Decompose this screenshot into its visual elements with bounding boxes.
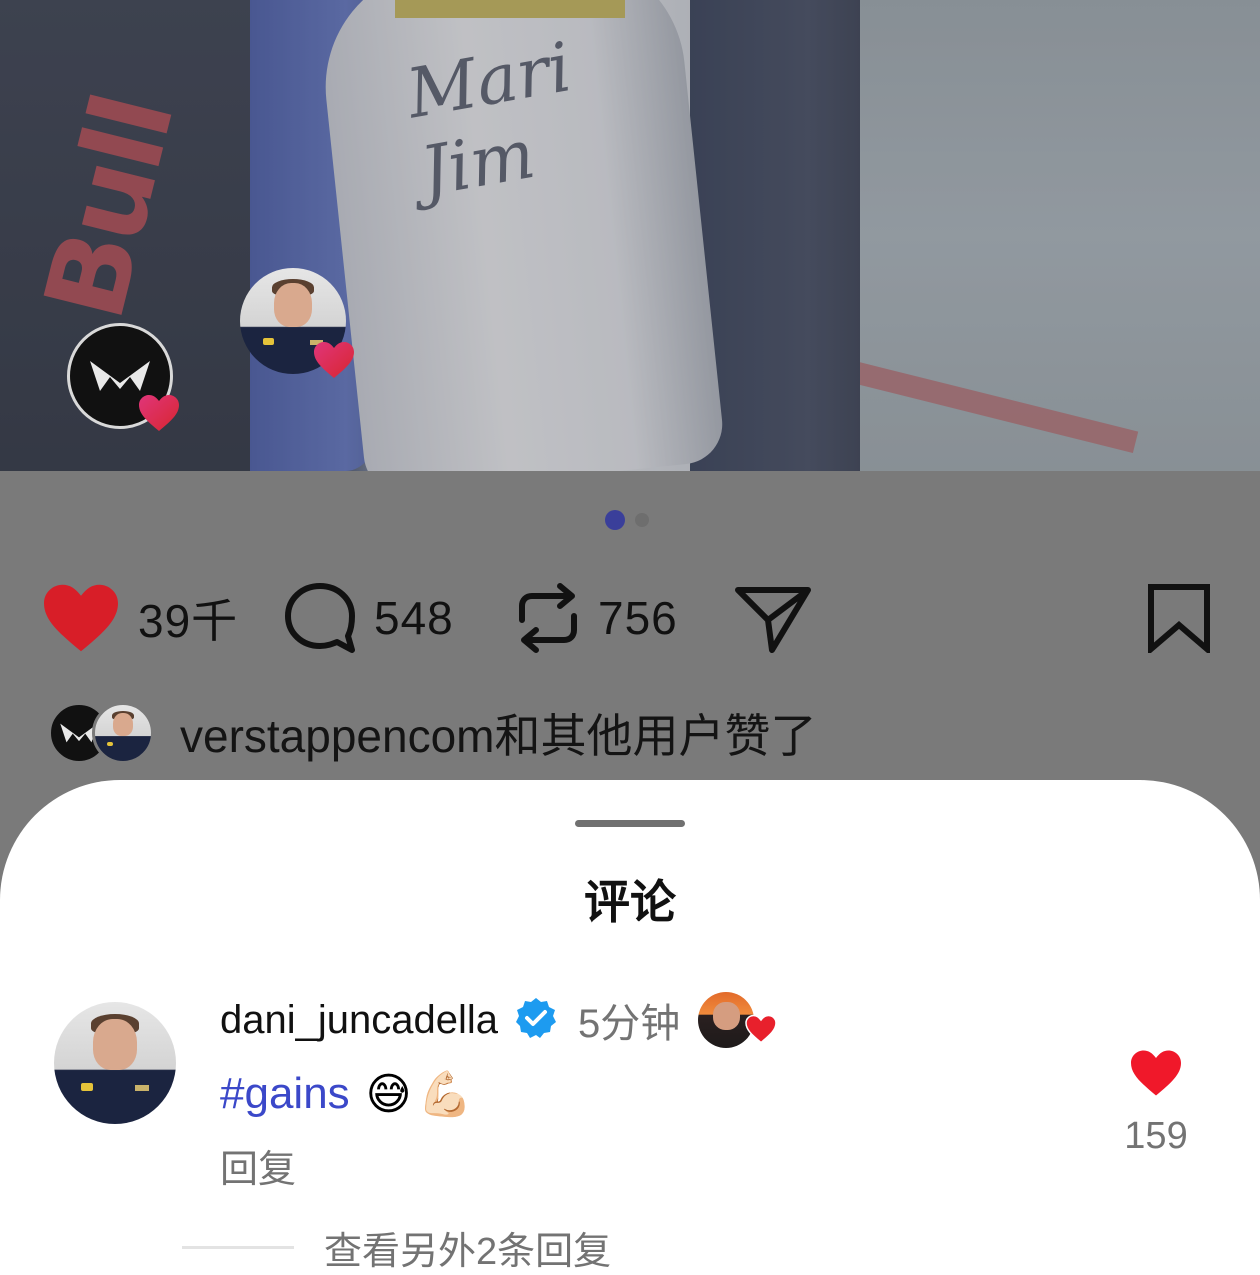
- post-photo[interactable]: Bull Mari Jim: [0, 0, 1260, 471]
- comments-sheet: 评论 dani_juncadella 5分钟 #gains 😅 💪🏻 回复 15…: [0, 780, 1260, 1275]
- heart-icon: [139, 395, 179, 431]
- carousel-dot-active: [605, 510, 625, 530]
- reaction-avatar-dani[interactable]: [240, 268, 354, 378]
- hashtag-link[interactable]: #gains: [220, 1069, 350, 1119]
- sheet-title: 评论: [584, 876, 676, 928]
- creator-like-avatar: [698, 992, 778, 1048]
- repost-count: 756: [598, 591, 678, 644]
- share-icon: [734, 582, 812, 654]
- emoji-flexed-biceps: 💪🏻: [417, 1070, 473, 1119]
- emoji-sweat-smile: 😅: [365, 1069, 412, 1119]
- comment-like-count: 159: [1124, 1115, 1188, 1157]
- heart-icon: [1131, 1050, 1181, 1096]
- bookmark-icon: [1146, 583, 1212, 653]
- heart-icon: [314, 342, 354, 378]
- sheet-drag-handle[interactable]: [575, 820, 685, 827]
- comment-icon: [282, 580, 358, 656]
- comment-count: 548: [374, 591, 454, 644]
- carousel-dot: [635, 513, 649, 527]
- post-actions: 39千 548 756: [40, 575, 1220, 660]
- bookmark-button[interactable]: [1146, 575, 1212, 660]
- reaction-avatar-verstappencom[interactable]: [67, 323, 179, 431]
- view-more-replies[interactable]: 查看另外2条回复: [182, 1220, 611, 1275]
- photo-dim-overlay: [0, 0, 1260, 471]
- avatar[interactable]: [54, 1002, 176, 1124]
- verified-icon: [514, 996, 558, 1045]
- comment-time: 5分钟: [578, 1002, 681, 1046]
- carousel-indicator: [605, 510, 649, 530]
- comment-button[interactable]: 548: [282, 575, 454, 660]
- divider: [182, 1246, 294, 1249]
- repost-icon: [514, 580, 582, 656]
- comment-body: #gains 😅 💪🏻: [220, 1068, 472, 1120]
- view-more-replies-label: 查看另外2条回复: [324, 1231, 612, 1273]
- reply-button[interactable]: 回复: [220, 1138, 296, 1193]
- heart-icon: [40, 581, 122, 655]
- liked-by-row[interactable]: verstappencom和其他用户赞了: [48, 700, 817, 766]
- repost-button[interactable]: 756: [514, 575, 678, 660]
- avatar: [92, 702, 154, 764]
- comment-username[interactable]: dani_juncadella: [220, 998, 498, 1043]
- like-count: 39千: [138, 594, 239, 647]
- heart-icon: [745, 1014, 778, 1044]
- like-button[interactable]: 39千: [40, 575, 238, 660]
- share-button[interactable]: [734, 575, 812, 660]
- comment-header: dani_juncadella 5分钟: [220, 988, 778, 1052]
- comment-like-button[interactable]: 159: [1116, 1048, 1196, 1158]
- liked-by-text: verstappencom和其他用户赞了: [180, 710, 817, 762]
